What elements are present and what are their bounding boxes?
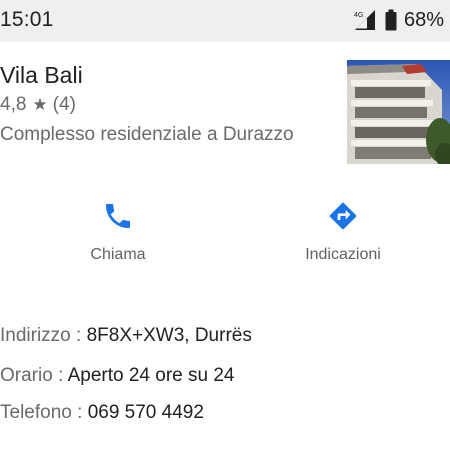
phone-value[interactable]: 069 570 4492	[88, 402, 204, 423]
star-icon: ★	[32, 95, 48, 114]
signal-4g-icon: 4G	[354, 10, 375, 30]
hours-label: Orario	[0, 365, 53, 386]
directions-icon	[329, 202, 357, 230]
battery-icon	[385, 9, 397, 31]
directions-button-label: Indicazioni	[305, 246, 381, 263]
building-photo	[347, 60, 450, 164]
place-photo-thumbnail[interactable]	[347, 60, 450, 164]
directions-button[interactable]: Indicazioni	[273, 200, 413, 264]
address-label: Indirizzo	[0, 325, 71, 346]
address-row[interactable]: Indirizzo : 8F8X+XW3, Durrës	[0, 325, 252, 347]
place-name: Vila Bali	[0, 62, 83, 88]
hours-value[interactable]: Aperto 24 ore su 24	[68, 365, 235, 386]
status-bar: 15:01 4G 68%	[0, 0, 450, 42]
review-count[interactable]: (4)	[53, 94, 76, 116]
call-button[interactable]: Chiama	[48, 200, 188, 264]
address-separator: :	[70, 325, 87, 346]
place-card-screen: 15:01 4G 68% Vila Bali 4,8 ★ (4) Comples…	[0, 0, 450, 450]
rating-value: 4,8	[0, 94, 27, 115]
hours-separator: :	[52, 365, 68, 386]
status-time: 15:01	[0, 8, 54, 31]
status-right-group: 4G 68%	[353, 6, 444, 34]
rating-line[interactable]: 4,8 ★ (4)	[0, 94, 76, 116]
network-label: 4G	[354, 12, 363, 19]
phone-separator: :	[71, 402, 88, 423]
hours-row[interactable]: Orario : Aperto 24 ore su 24	[0, 365, 234, 387]
phone-label: Telefono	[0, 402, 72, 423]
place-category: Complesso residenziale a Durazzo	[0, 124, 294, 145]
phone-row[interactable]: Telefono : 069 570 4492	[0, 402, 204, 424]
address-value[interactable]: 8F8X+XW3, Durrës	[87, 325, 252, 346]
phone-icon	[106, 204, 130, 228]
battery-percent: 68%	[403, 8, 444, 31]
call-button-label: Chiama	[90, 246, 146, 263]
